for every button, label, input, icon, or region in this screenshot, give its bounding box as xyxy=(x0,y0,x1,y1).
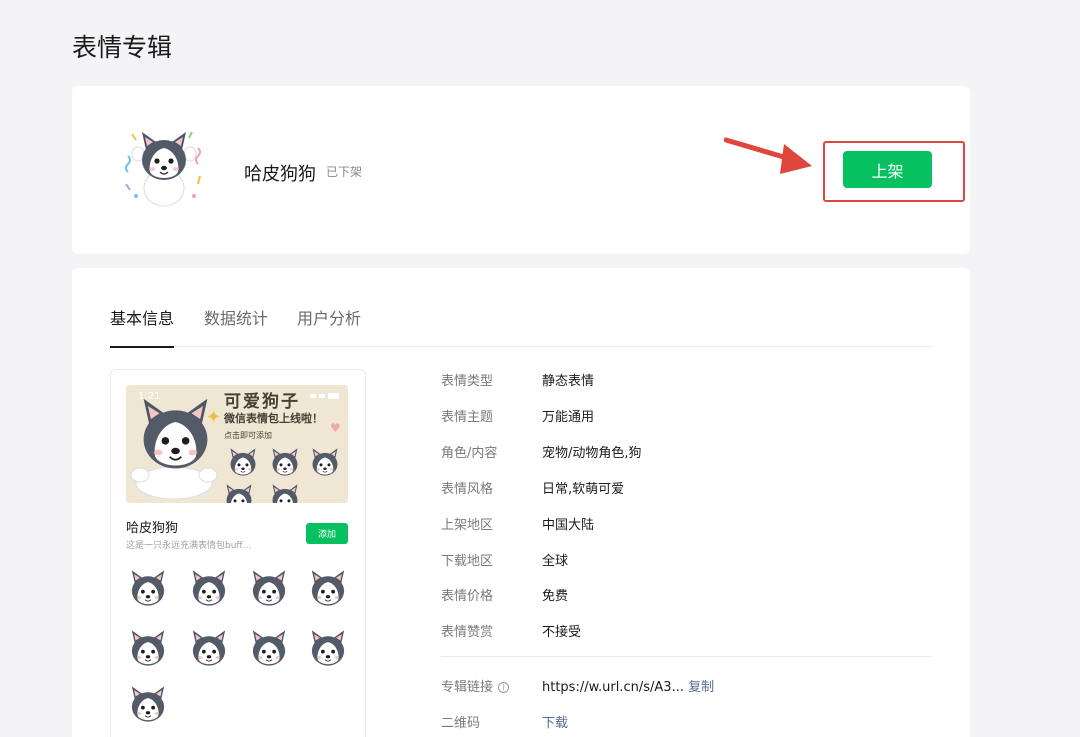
annotation-arrow-icon xyxy=(724,137,812,174)
info-label: 表情价格 xyxy=(441,589,494,604)
banner-subtitle: 微信表情包上线啦！ xyxy=(224,412,323,425)
banner-husky-image xyxy=(130,397,218,499)
info-value: 全球 xyxy=(542,554,569,569)
copy-link[interactable]: 复制 xyxy=(688,680,714,695)
sticker-item[interactable] xyxy=(126,681,170,727)
mini-husky-image xyxy=(272,448,298,476)
info-value: 免费 xyxy=(542,589,569,604)
preview-banner: 1:21 可爱狗子 微信表情包上线啦！ 点击即可添加 ✦ ♥ xyxy=(126,385,348,503)
page-title: 表情专辑 xyxy=(72,33,173,62)
info-value: https://w.url.cn/s/A3... 复制 xyxy=(542,676,714,695)
info-row-style: 表情风格 日常,软萌可爱 xyxy=(441,478,932,498)
info-label: 表情类型 xyxy=(441,374,494,389)
album-detail-card: 基本信息 数据统计 用户分析 1:21 可爱狗子 微信表情包上线啦！ 点击即可添… xyxy=(72,268,970,737)
info-row-price: 表情价格 免费 xyxy=(441,585,932,605)
status-badge: 已下架 xyxy=(326,165,363,179)
banner-hint: 点击即可添加 xyxy=(224,431,272,440)
sticker-item[interactable] xyxy=(247,625,291,671)
mini-husky-image xyxy=(226,484,252,503)
info-label: 表情风格 xyxy=(441,482,494,497)
heart-icon: ♥ xyxy=(330,421,341,435)
info-row-listing-region: 上架地区 中国大陆 xyxy=(441,514,932,534)
phone-status-icon xyxy=(310,393,339,399)
tab-data-stats[interactable]: 数据统计 xyxy=(204,308,268,347)
info-label: 上架地区 xyxy=(441,518,494,533)
album-cover-image xyxy=(125,131,201,207)
info-row-theme: 表情主题 万能通用 xyxy=(441,406,932,426)
mini-husky-image xyxy=(272,484,298,503)
info-value: 万能通用 xyxy=(542,410,595,425)
mini-husky-image xyxy=(312,448,338,476)
album-link-label: 专辑链接 xyxy=(441,680,494,695)
album-link-url: https://w.url.cn/s/A3... xyxy=(542,680,684,695)
sticker-item[interactable] xyxy=(306,565,350,611)
tab-bar: 基本信息 数据统计 用户分析 xyxy=(110,308,932,348)
info-label: 专辑链接 i xyxy=(441,676,510,695)
info-value: 宠物/动物角色,狗 xyxy=(542,446,642,461)
download-qrcode-link[interactable]: 下载 xyxy=(542,712,568,731)
tab-basic-info[interactable]: 基本信息 xyxy=(110,308,175,348)
info-tip-icon[interactable]: i xyxy=(498,682,510,693)
info-value: 日常,软萌可爱 xyxy=(542,482,625,497)
sticker-item[interactable] xyxy=(187,565,231,611)
info-row-qrcode: 二维码 下载 xyxy=(441,712,932,732)
banner-title: 可爱狗子 xyxy=(224,392,300,412)
info-label: 表情赞赏 xyxy=(441,625,494,640)
info-value: 静态表情 xyxy=(542,374,595,389)
sticker-item[interactable] xyxy=(126,565,170,611)
info-row-type: 表情类型 静态表情 xyxy=(441,370,932,390)
sticker-item[interactable] xyxy=(247,565,291,611)
album-preview-panel: 1:21 可爱狗子 微信表情包上线啦！ 点击即可添加 ✦ ♥ 哈皮狗狗 这是一只… xyxy=(110,369,366,737)
add-button[interactable]: 添加 xyxy=(306,523,348,544)
preview-description: 这是一只永远充满表情包buff... xyxy=(126,541,252,551)
info-value: 中国大陆 xyxy=(542,518,595,533)
sticker-item[interactable] xyxy=(126,625,170,671)
publish-button[interactable]: 上架 xyxy=(843,151,932,188)
sticker-item[interactable] xyxy=(187,625,231,671)
banner-time: 1:21 xyxy=(138,391,161,402)
info-row-tipping: 表情赞赏 不接受 xyxy=(441,621,932,641)
info-row-character: 角色/内容 宠物/动物角色,狗 xyxy=(441,442,932,462)
info-label: 下载地区 xyxy=(441,554,494,569)
preview-album-name: 哈皮狗狗 xyxy=(126,521,179,536)
info-label: 角色/内容 xyxy=(441,446,498,461)
sticker-item[interactable] xyxy=(306,625,350,671)
info-row-album-link: 专辑链接 i https://w.url.cn/s/A3... 复制 xyxy=(441,676,932,696)
info-value: 不接受 xyxy=(542,625,582,640)
info-label: 二维码 xyxy=(441,716,481,731)
album-name: 哈皮狗狗 xyxy=(244,164,316,185)
info-label: 表情主题 xyxy=(441,410,494,425)
tab-user-analysis[interactable]: 用户分析 xyxy=(297,308,361,347)
info-divider xyxy=(441,656,932,657)
info-row-download-region: 下载地区 全球 xyxy=(441,550,932,570)
mini-husky-image xyxy=(230,448,256,476)
sparkle-icon: ✦ xyxy=(206,407,222,428)
